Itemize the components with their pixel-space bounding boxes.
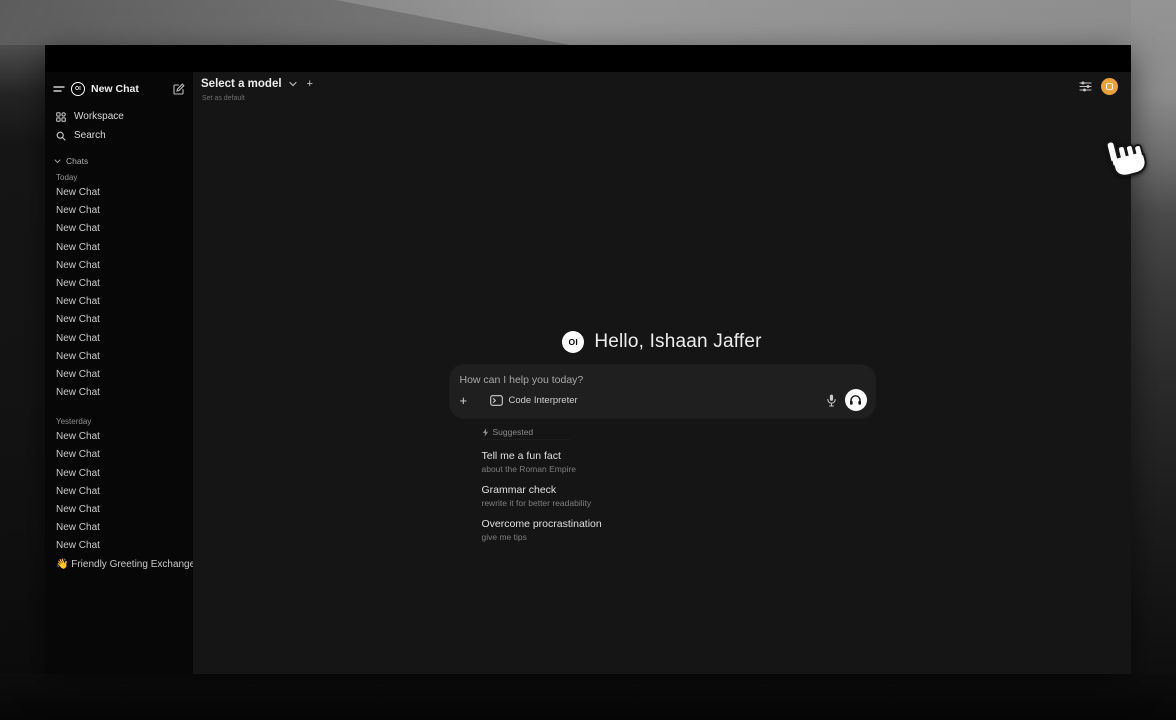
chats-section-label: Chats — [66, 156, 88, 166]
sidebar-title: New Chat — [91, 83, 167, 95]
chat-list-today: New Chat New Chat New Chat New Chat New … — [45, 184, 193, 402]
suggested-prompt[interactable]: Tell me a fun fact about the Roman Empir… — [482, 450, 875, 474]
chat-group-label: Today — [56, 173, 193, 182]
sliders-settings-icon[interactable] — [1079, 81, 1092, 92]
window-topbar — [45, 45, 1131, 72]
chat-list-item[interactable]: New Chat — [45, 184, 193, 202]
new-chat-edit-icon[interactable] — [173, 83, 185, 95]
suggested-prompt[interactable]: Overcome procrastination give me tips — [482, 518, 875, 542]
chat-list-item[interactable]: New Chat — [45, 311, 193, 329]
chat-list-item[interactable]: New Chat — [45, 348, 193, 366]
desktop: OI New Chat Workspace — [0, 0, 1176, 720]
suggested-header: Suggested — [482, 427, 570, 440]
sidebar: OI New Chat Workspace — [45, 72, 193, 674]
suggested-section: Suggested Tell me a fun fact about the R… — [450, 427, 875, 542]
code-interpreter-label: Code Interpreter — [509, 395, 578, 406]
chat-list-item[interactable]: New Chat — [45, 202, 193, 220]
chat-list-item[interactable]: New Chat — [45, 446, 193, 464]
app-window: OI New Chat Workspace — [45, 45, 1131, 674]
hero: OI Hello, Ishaan Jaffer How can I help y… — [193, 331, 1131, 542]
chat-list-item[interactable]: New Chat — [45, 293, 193, 311]
chat-list-item[interactable]: New Chat — [45, 501, 193, 519]
suggested-list: Tell me a fun fact about the Roman Empir… — [482, 450, 875, 542]
bolt-suggested-icon — [482, 428, 489, 437]
chat-list-yesterday: New Chat New Chat New Chat New Chat New … — [45, 428, 193, 555]
wallpaper-bottom — [0, 674, 1176, 720]
model-selector-label: Select a model — [201, 78, 282, 90]
app-logo-icon: OI — [71, 82, 85, 96]
set-as-default-link[interactable]: Set as default — [202, 95, 245, 102]
model-selector[interactable]: Select a model + — [201, 78, 313, 90]
search-icon — [56, 131, 66, 141]
chat-list-item[interactable]: New Chat — [45, 465, 193, 483]
suggested-label: Suggested — [493, 427, 534, 437]
chevron-down-icon — [54, 159, 61, 164]
chat-list-item[interactable]: New Chat — [45, 330, 193, 348]
chat-group-label: Yesterday — [56, 417, 193, 426]
chat-list-item[interactable]: New Chat — [45, 483, 193, 501]
code-interpreter-toggle[interactable]: Code Interpreter — [490, 395, 578, 406]
microphone-icon[interactable] — [827, 394, 836, 407]
chat-list-item[interactable]: New Chat — [45, 537, 193, 555]
sidebar-header: OI New Chat — [53, 80, 185, 98]
add-model-button[interactable]: + — [307, 78, 313, 90]
sidebar-item-workspace[interactable]: Workspace — [45, 107, 193, 126]
chat-list-item[interactable]: New Chat — [45, 366, 193, 384]
chat-list-item[interactable]: New Chat — [45, 519, 193, 537]
sidebar-item-label: Search — [74, 130, 106, 141]
message-input[interactable]: How can I help you today? — [460, 374, 865, 386]
suggested-prompt[interactable]: Grammar check rewrite it for better read… — [482, 484, 875, 508]
chat-group-yesterday: Yesterday New Chat New Chat New Chat New… — [45, 410, 193, 555]
chat-list-item[interactable]: New Chat — [45, 384, 193, 402]
main-area: Select a model + Set as default — [193, 72, 1131, 674]
chevron-down-icon — [289, 81, 297, 87]
composer-toolbar: + Code Interpreter — [460, 389, 867, 411]
sidebar-item-search[interactable]: Search — [45, 126, 193, 145]
chat-group-today: Today New Chat New Chat New Chat New Cha… — [45, 166, 193, 402]
app-logo-icon: OI — [562, 331, 584, 353]
main-header: Select a model + Set as default — [193, 72, 1131, 116]
headphones-call-button[interactable] — [845, 389, 867, 411]
wallpaper-right — [1131, 0, 1176, 720]
header-actions — [1079, 78, 1118, 95]
workspace-grid-icon — [56, 112, 66, 122]
chat-list-item[interactable]: New Chat — [45, 239, 193, 257]
chat-list-item[interactable]: New Chat — [45, 428, 193, 446]
window-body: OI New Chat Workspace — [45, 72, 1131, 674]
avatar-glyph — [1106, 83, 1113, 90]
greeting-row: OI Hello, Ishaan Jaffer — [562, 331, 761, 353]
chat-list-item[interactable]: New Chat — [45, 257, 193, 275]
attach-plus-button[interactable]: + — [460, 393, 476, 408]
greeting-text: Hello, Ishaan Jaffer — [594, 331, 761, 353]
chats-section-toggle[interactable]: Chats — [54, 156, 193, 166]
menu-icon[interactable] — [53, 84, 65, 94]
message-composer[interactable]: How can I help you today? + Code Interpr… — [450, 365, 875, 418]
sidebar-nav: Workspace Search — [45, 107, 193, 145]
code-interpreter-icon — [490, 395, 503, 406]
chat-list-item-named[interactable]: 👋 Friendly Greeting Exchange — [45, 556, 193, 574]
user-avatar[interactable] — [1101, 78, 1118, 95]
wallpaper-left — [0, 45, 45, 674]
chat-list-item[interactable]: New Chat — [45, 220, 193, 238]
chat-list-item[interactable]: New Chat — [45, 275, 193, 293]
sidebar-item-label: Workspace — [74, 111, 124, 122]
